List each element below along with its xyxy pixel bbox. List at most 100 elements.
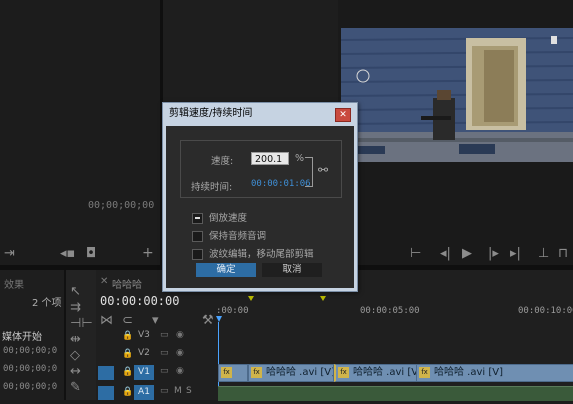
lock-icon[interactable]: 🔒 (122, 367, 133, 377)
wrench-icon[interactable]: ⚒ (202, 313, 214, 328)
ruler[interactable]: :00:00 00:00:05:00 00:00:10:00 (216, 296, 573, 322)
clip-label: 哈哈哈 .avi [V] (434, 367, 504, 378)
speed-input[interactable]: 200.1 (251, 152, 289, 165)
selection-tool-icon[interactable]: ↖ (70, 284, 81, 299)
sync-lock-icon[interactable]: ▭ (160, 386, 169, 396)
ripple-edit-option[interactable]: 波纹编辑，移动尾部剪辑 (192, 246, 314, 260)
duration-value[interactable]: 00:00:01:06 (251, 179, 311, 189)
track-label[interactable]: A1 (134, 385, 154, 400)
linked-selection-icon[interactable]: ⊂ (122, 313, 133, 328)
fx-badge-icon: fx (338, 366, 349, 378)
timeline-clip[interactable]: fx 哈哈哈 .avi [V] (416, 364, 573, 382)
lock-icon[interactable]: 🔒 (122, 331, 133, 341)
maintain-audio-pitch-option[interactable]: 保持音频音调 (192, 228, 266, 242)
solo-button[interactable]: S (186, 386, 192, 396)
pen-tool-icon[interactable]: ✎ (70, 380, 81, 395)
option-label: 倒放速度 (209, 213, 248, 224)
playhead-icon[interactable] (216, 316, 222, 322)
timeline-clip[interactable]: fx 哈哈哈 .avi [V] (248, 364, 334, 382)
lock-icon[interactable]: 🔒 (122, 387, 133, 397)
lift-icon[interactable]: ⊥ (538, 246, 549, 261)
toggle-output-icon[interactable]: ▭ (160, 348, 169, 358)
source-timecode: 00;00;00;00 (88, 200, 155, 211)
speed-label: 速度: (211, 156, 234, 167)
lock-icon[interactable]: 🔒 (122, 349, 133, 359)
extract-icon[interactable]: ⊓ (558, 246, 568, 261)
slip-tool-icon[interactable]: ↔ (70, 364, 81, 379)
option-label: 波纹编辑，移动尾部剪辑 (209, 249, 314, 260)
fx-badge-icon: fx (419, 366, 430, 378)
mute-button[interactable]: M (174, 386, 182, 396)
mark-in-icon[interactable]: ⊢ (410, 246, 421, 261)
dialog-body: 速度: 200.1 % 持续时间: 00:00:01:06 ⚯ 倒放速度 保持音… (166, 126, 354, 288)
reverse-speed-option[interactable]: 倒放速度 (192, 210, 247, 224)
ruler-label: 00:00:05:00 (360, 306, 420, 316)
clip-label: 哈哈哈 .avi [V] (353, 367, 417, 378)
track-label[interactable]: V2 (138, 348, 150, 358)
project-item-count: 2 个项 (32, 298, 62, 309)
eye-icon[interactable]: ◉ (176, 330, 184, 340)
toggle-output-icon[interactable]: ▭ (160, 366, 169, 376)
project-row[interactable]: 00;00;00;0 (3, 346, 57, 356)
project-tab[interactable]: 效果 (4, 276, 24, 291)
go-out-icon[interactable]: ▸| (510, 246, 521, 261)
track-row-v2: 🔒 V2 ▭ ◉ (98, 346, 573, 366)
timeline-timecode[interactable]: 00:00:00:00 (100, 294, 179, 308)
link-icon[interactable]: ⚯ (318, 163, 328, 177)
cancel-button[interactable]: 取消 (262, 263, 322, 277)
option-label: 保持音频音调 (209, 231, 267, 242)
toggle-output-icon[interactable]: ▭ (160, 330, 169, 340)
speed-duration-group: 速度: 200.1 % 持续时间: 00:00:01:06 ⚯ (180, 140, 342, 198)
add-marker-icon[interactable]: ▾ (152, 313, 159, 328)
ripple-edit-checkbox[interactable] (192, 249, 203, 260)
ruler-label: :00:00 (216, 306, 249, 316)
source-monitor (0, 0, 160, 265)
timeline-tab[interactable]: 哈哈哈 (112, 276, 142, 291)
program-monitor-controls: ⊢ ◂| ▶ |▸ ▸| ⊥ ⊓ (400, 246, 573, 264)
track-row-v3: 🔒 V3 ▭ ◉ (98, 328, 573, 348)
step-back-icon[interactable]: ◂| (440, 246, 451, 261)
reverse-speed-checkbox[interactable] (192, 213, 203, 224)
ruler-label: 00:00:10:00 (518, 306, 573, 316)
ruler-marker (320, 296, 326, 301)
timeline-close-icon[interactable]: ✕ (100, 276, 108, 287)
fx-badge-icon: fx (251, 366, 262, 378)
project-row[interactable]: 00;00;00;0 (3, 364, 57, 374)
track-select-tool-icon[interactable]: ⇉ (70, 300, 81, 315)
track-label[interactable]: V1 (134, 365, 154, 380)
source-patch-v1[interactable] (98, 366, 114, 380)
ripple-edit-tool-icon[interactable]: ⊣⊢ (70, 316, 93, 331)
eye-icon[interactable]: ◉ (176, 348, 184, 358)
eye-icon[interactable]: ◉ (176, 366, 184, 376)
duration-label: 持续时间: (191, 182, 233, 193)
video-frame[interactable] (341, 28, 573, 162)
speed-unit: % (295, 153, 305, 164)
marker-in-icon[interactable]: ⇥ (4, 246, 15, 261)
link-bracket (305, 157, 313, 187)
track-label[interactable]: V3 (138, 330, 150, 340)
fx-badge-icon: fx (221, 366, 232, 378)
camera-icon[interactable]: ◘ (86, 246, 96, 261)
timeline-clip[interactable]: fx 哈哈哈 .avi [V] (334, 364, 417, 382)
rolling-edit-tool-icon[interactable]: ⇹ (70, 332, 81, 347)
project-column-header[interactable]: 媒体开始 (2, 328, 42, 343)
ok-button[interactable]: 确定 (196, 263, 256, 277)
timeline-clip[interactable]: fx (218, 364, 248, 382)
clip-speed-duration-dialog: 剪辑速度/持续时间 ✕ 速度: 200.1 % 持续时间: 00:00:01:0… (162, 102, 358, 292)
maintain-audio-pitch-checkbox[interactable] (192, 231, 203, 242)
dialog-title: 剪辑速度/持续时间 (169, 108, 253, 119)
video-frame-image (341, 28, 573, 162)
play-icon[interactable]: ▶ (462, 246, 472, 261)
snap-icon[interactable]: ⋈ (100, 313, 113, 328)
clip-label: 哈哈哈 .avi [V] (266, 367, 334, 378)
add-icon[interactable]: + (142, 245, 154, 261)
step-back-icon[interactable]: ◂▪ (60, 246, 75, 261)
source-patch-a1[interactable] (98, 386, 114, 400)
razor-tool-icon[interactable]: ◇ (70, 348, 80, 363)
close-button[interactable]: ✕ (335, 108, 351, 122)
project-row[interactable]: 00;00;00;0 (3, 382, 57, 392)
source-monitor-controls: ⇥ ◂▪ ◘ + (0, 245, 160, 264)
audio-clip[interactable] (218, 386, 573, 401)
ruler-marker (248, 296, 254, 301)
step-forward-icon[interactable]: |▸ (488, 246, 499, 261)
